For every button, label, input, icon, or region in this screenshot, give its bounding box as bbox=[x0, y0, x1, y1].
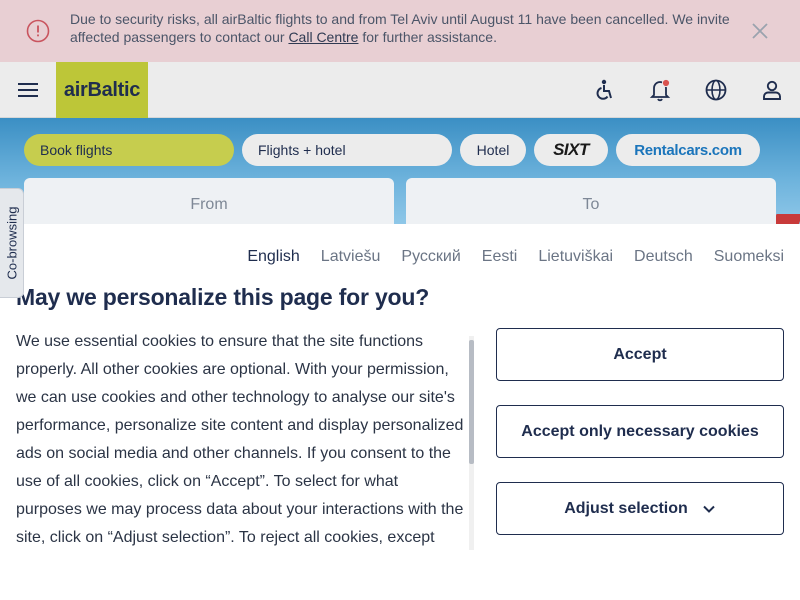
site-header: airBaltic bbox=[0, 62, 800, 118]
accept-necessary-button[interactable]: Accept only necessary cookies bbox=[496, 405, 784, 458]
language-suomeksi[interactable]: Suomeksi bbox=[714, 248, 784, 266]
menu-icon[interactable] bbox=[16, 79, 40, 101]
dialog-body-text: We use essential cookies to ensure that … bbox=[16, 333, 464, 546]
from-placeholder: From bbox=[190, 196, 228, 213]
airbaltic-logo[interactable]: airBaltic bbox=[56, 62, 148, 118]
co-browsing-label: Co-browsing bbox=[4, 206, 19, 280]
booking-hero: Book flights Flights + hotel Hotel SIXT … bbox=[0, 118, 800, 224]
cookie-consent-dialog: English Latviešu Русский Eesti Lietuvišk… bbox=[0, 224, 800, 600]
notice-text-after: for further assistance. bbox=[358, 29, 497, 45]
tab-hotel-label: Hotel bbox=[476, 142, 510, 158]
security-notice-banner: Due to security risks, all airBaltic fli… bbox=[0, 0, 800, 62]
notification-bell-icon[interactable] bbox=[647, 77, 673, 103]
accept-button[interactable]: Accept bbox=[496, 328, 784, 381]
alert-circle-icon bbox=[26, 19, 50, 43]
language-lietuviskai[interactable]: Lietuviškai bbox=[538, 248, 613, 266]
to-field[interactable]: To bbox=[406, 178, 776, 224]
tab-flights-hotel-label: Flights + hotel bbox=[258, 142, 346, 158]
co-browsing-tab[interactable]: Co-browsing bbox=[0, 188, 24, 298]
user-account-icon[interactable] bbox=[759, 77, 785, 103]
language-eesti[interactable]: Eesti bbox=[482, 248, 518, 266]
rentalcars-logo: Rentalcars.com bbox=[634, 141, 742, 159]
chevron-down-icon bbox=[703, 505, 715, 513]
tab-sixt[interactable]: SIXT bbox=[534, 134, 608, 166]
call-centre-link[interactable]: Call Centre bbox=[288, 29, 358, 45]
body-scrollbar-thumb[interactable] bbox=[469, 340, 474, 464]
adjust-selection-button[interactable]: Adjust selection bbox=[496, 482, 784, 535]
to-placeholder: To bbox=[582, 196, 600, 213]
language-latviesu[interactable]: Latviešu bbox=[321, 248, 381, 266]
adjust-selection-button-label: Adjust selection bbox=[564, 499, 688, 517]
tab-rentalcars[interactable]: Rentalcars.com bbox=[616, 134, 760, 166]
tab-flights-hotel[interactable]: Flights + hotel bbox=[242, 134, 452, 166]
globe-icon[interactable] bbox=[703, 77, 729, 103]
tab-book-flights[interactable]: Book flights bbox=[24, 134, 234, 166]
dialog-title: May we personalize this page for you? bbox=[16, 284, 430, 310]
notice-message: Due to security risks, all airBaltic fli… bbox=[70, 10, 760, 46]
language-deutsch[interactable]: Deutsch bbox=[634, 248, 693, 266]
language-russian[interactable]: Русский bbox=[401, 248, 460, 266]
tab-hotel[interactable]: Hotel bbox=[460, 134, 526, 166]
language-selector: English Latviešu Русский Eesti Lietuvišk… bbox=[247, 248, 784, 266]
accessibility-icon[interactable] bbox=[591, 77, 617, 103]
sixt-logo: SIXT bbox=[553, 140, 589, 159]
from-field[interactable]: From bbox=[24, 178, 394, 224]
language-english[interactable]: English bbox=[247, 248, 299, 266]
accept-necessary-button-label: Accept only necessary cookies bbox=[521, 422, 759, 440]
tab-book-flights-label: Book flights bbox=[40, 142, 113, 158]
close-icon[interactable] bbox=[749, 20, 771, 42]
accept-button-label: Accept bbox=[613, 345, 667, 363]
